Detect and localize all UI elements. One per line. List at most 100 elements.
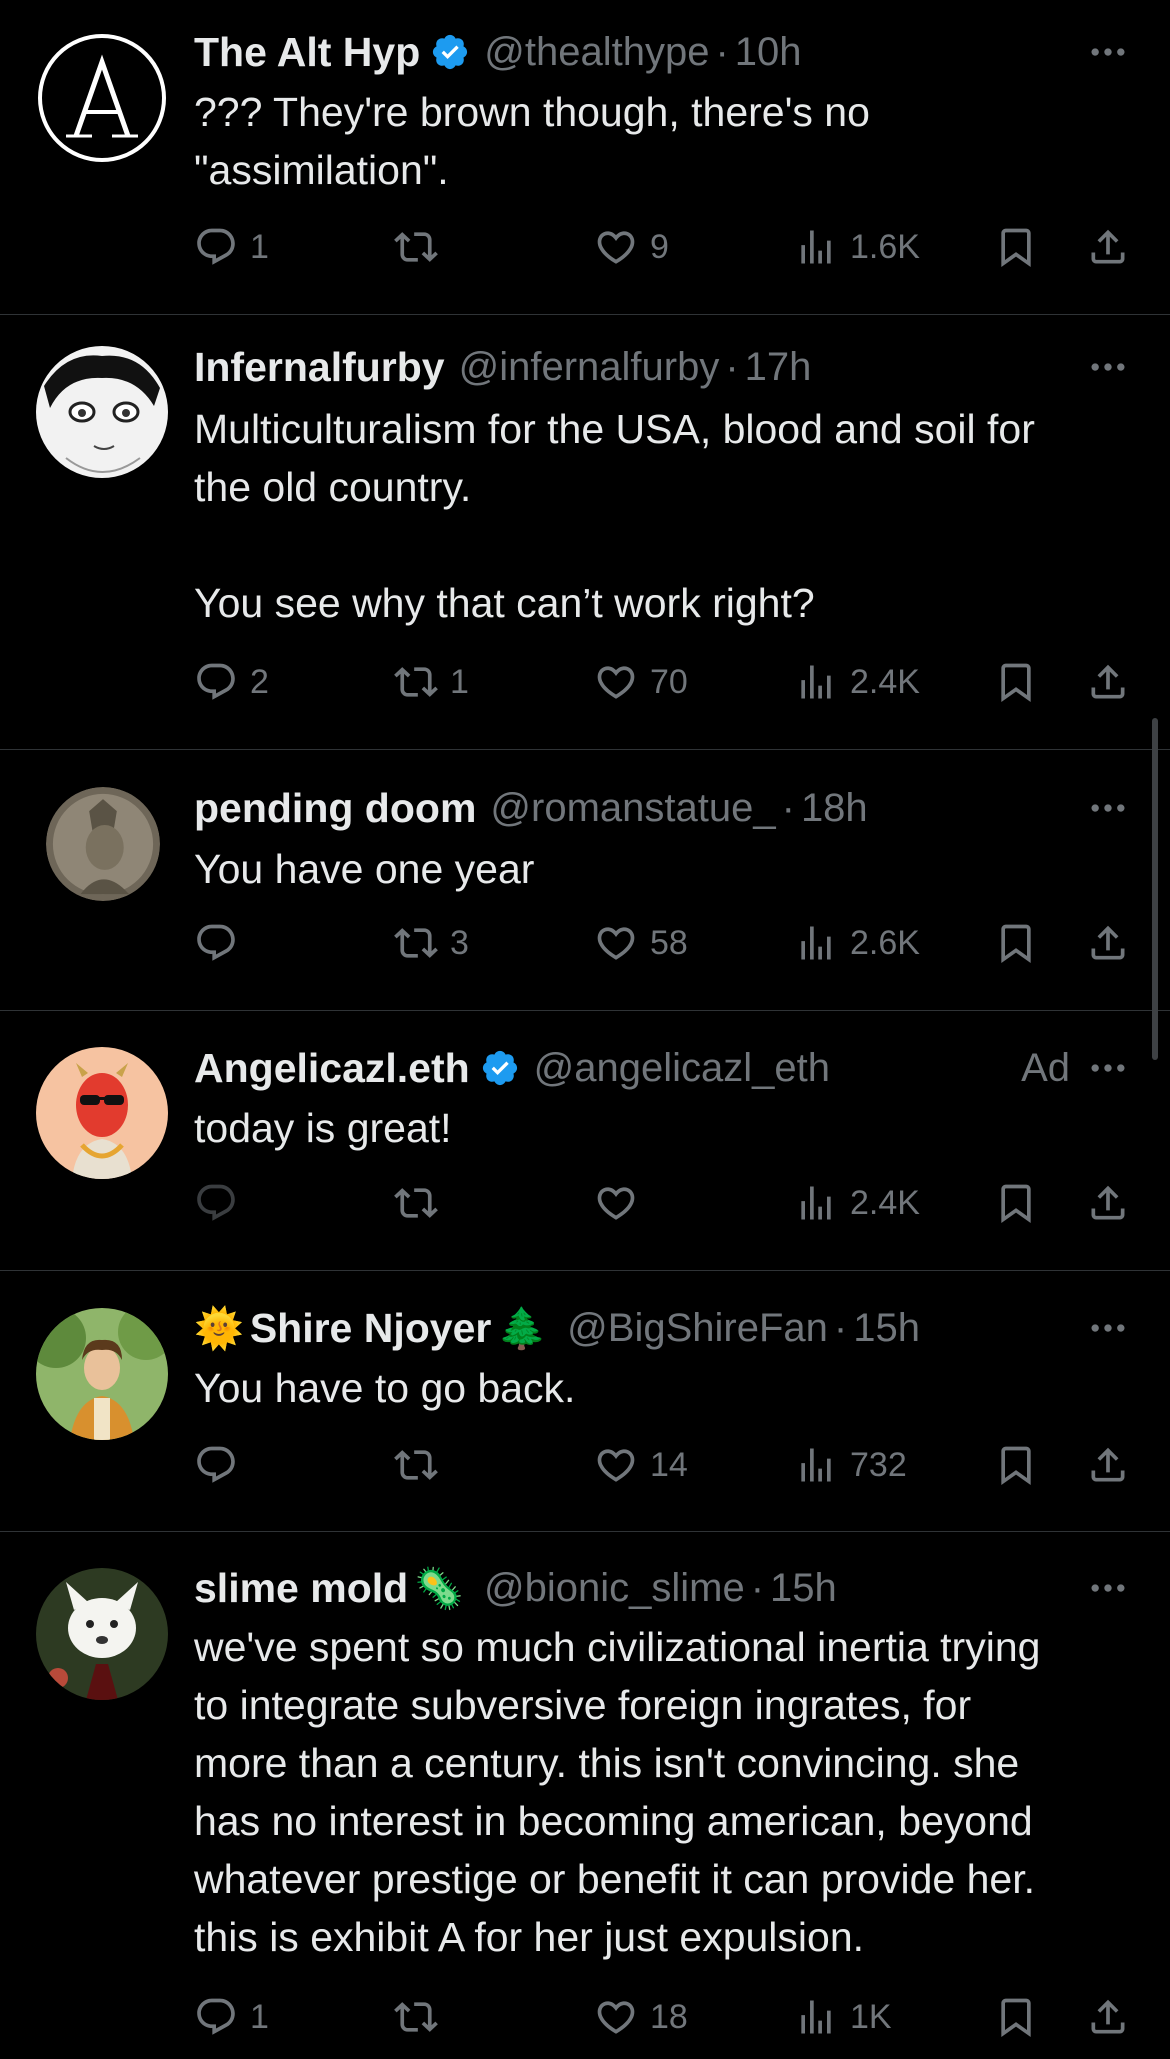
share-icon bbox=[1086, 1443, 1130, 1487]
view-count: 1.6K bbox=[850, 227, 920, 266]
views-button[interactable]: 1.6K bbox=[794, 222, 920, 272]
display-name[interactable]: The Alt Hyp bbox=[194, 29, 420, 76]
views-button[interactable]: 2.4K bbox=[794, 1178, 920, 1228]
more-icon[interactable] bbox=[1086, 1046, 1130, 1090]
handle[interactable]: @romanstatue_ bbox=[490, 786, 775, 831]
handle[interactable]: @BigShireFan bbox=[567, 1306, 828, 1351]
like-button[interactable]: 58 bbox=[594, 918, 688, 968]
verified-badge-icon[interactable] bbox=[480, 1048, 520, 1088]
repost-button[interactable] bbox=[394, 1992, 450, 2042]
bookmark-icon bbox=[994, 225, 1038, 269]
more-icon[interactable] bbox=[1086, 345, 1130, 389]
reply-button[interactable]: 1 bbox=[194, 1992, 269, 2042]
bookmark-icon bbox=[994, 1443, 1038, 1487]
views-button[interactable]: 732 bbox=[794, 1440, 907, 1490]
repost-icon bbox=[394, 1443, 438, 1487]
tweet[interactable]: slime mold 🦠 @bionic_slime · 15h we've s… bbox=[0, 1532, 1170, 2059]
tweet[interactable]: pending doom @romanstatue_ · 18h You hav… bbox=[0, 750, 1170, 1011]
more-icon[interactable] bbox=[1086, 1566, 1130, 1610]
views-button[interactable]: 1K bbox=[794, 1992, 892, 2042]
tweet-ad[interactable]: Angelicazl.eth @angelicazl_eth Ad today … bbox=[0, 1011, 1170, 1271]
more-icon[interactable] bbox=[1086, 1306, 1130, 1350]
tweet-text: You have one year bbox=[194, 846, 535, 892]
reply-icon bbox=[194, 1181, 238, 1225]
share-button[interactable] bbox=[1086, 1440, 1130, 1490]
display-name[interactable]: Infernalfurby bbox=[194, 344, 445, 391]
reply-count: 1 bbox=[250, 1997, 269, 2036]
tweet[interactable]: 🌞 Shire Njoyer 🌲 @BigShireFan · 15h You … bbox=[0, 1271, 1170, 1532]
like-icon bbox=[594, 921, 638, 965]
avatar[interactable] bbox=[46, 787, 160, 901]
handle[interactable]: @thealthype bbox=[484, 30, 709, 75]
repost-button[interactable] bbox=[394, 1440, 450, 1490]
views-icon bbox=[794, 1995, 838, 2039]
separator-dot: · bbox=[750, 1565, 765, 1610]
timestamp[interactable]: 15h bbox=[853, 1306, 920, 1351]
like-button[interactable]: 70 bbox=[594, 657, 688, 707]
avatar[interactable] bbox=[36, 32, 168, 164]
share-button[interactable] bbox=[1086, 918, 1130, 968]
repost-button[interactable] bbox=[394, 222, 450, 272]
separator-dot: · bbox=[715, 29, 729, 74]
bookmark-button[interactable] bbox=[994, 1178, 1038, 1228]
like-button[interactable]: 9 bbox=[594, 222, 669, 272]
share-icon bbox=[1086, 1995, 1130, 2039]
reply-button[interactable] bbox=[194, 1178, 250, 1228]
handle[interactable]: @angelicazl_eth bbox=[534, 1046, 830, 1091]
share-button[interactable] bbox=[1086, 222, 1130, 272]
tweet-text: today is great! bbox=[194, 1105, 452, 1151]
share-button[interactable] bbox=[1086, 1178, 1130, 1228]
bookmark-button[interactable] bbox=[994, 657, 1038, 707]
display-name[interactable]: Angelicazl.eth bbox=[194, 1045, 470, 1092]
reply-icon bbox=[194, 660, 238, 704]
handle[interactable]: @infernalfurby bbox=[459, 345, 720, 390]
repost-button[interactable]: 1 bbox=[394, 657, 469, 707]
timestamp[interactable]: 10h bbox=[735, 30, 802, 75]
reply-button[interactable]: 2 bbox=[194, 657, 269, 707]
tweet-text: we've spent so much civilizational inert… bbox=[194, 1624, 1041, 1960]
scrollbar[interactable] bbox=[1152, 718, 1158, 1060]
like-button[interactable]: 14 bbox=[594, 1440, 688, 1490]
display-name[interactable]: slime mold bbox=[194, 1565, 408, 1612]
bookmark-button[interactable] bbox=[994, 222, 1038, 272]
views-button[interactable]: 2.4K bbox=[794, 657, 920, 707]
avatar[interactable] bbox=[36, 346, 168, 478]
bookmark-button[interactable] bbox=[994, 1992, 1038, 2042]
views-icon bbox=[794, 225, 838, 269]
timestamp[interactable]: 15h bbox=[770, 1566, 837, 1611]
tweet-header: 🌞 Shire Njoyer 🌲 @BigShireFan · 15h bbox=[194, 1303, 1130, 1353]
more-icon[interactable] bbox=[1086, 30, 1130, 74]
repost-icon bbox=[394, 660, 438, 704]
tweet[interactable]: The Alt Hyp @thealthype · 10h ??? They'r… bbox=[0, 0, 1170, 315]
like-button[interactable]: 18 bbox=[594, 1992, 688, 2042]
tweet-text: ??? They're brown though, there's no "as… bbox=[194, 89, 870, 193]
timestamp[interactable]: 18h bbox=[801, 786, 868, 831]
like-button[interactable] bbox=[594, 1178, 650, 1228]
reply-button[interactable]: 1 bbox=[194, 222, 269, 272]
repost-button[interactable]: 3 bbox=[394, 918, 469, 968]
reply-button[interactable] bbox=[194, 918, 250, 968]
bookmark-button[interactable] bbox=[994, 1440, 1038, 1490]
views-icon bbox=[794, 660, 838, 704]
display-name[interactable]: pending doom bbox=[194, 785, 476, 832]
avatar[interactable] bbox=[36, 1047, 168, 1179]
avatar[interactable] bbox=[36, 1308, 168, 1440]
view-count: 732 bbox=[850, 1445, 907, 1484]
timestamp[interactable]: 17h bbox=[745, 345, 812, 390]
like-count: 9 bbox=[650, 227, 669, 266]
tree-emoji-icon: 🌲 bbox=[497, 1306, 548, 1351]
bookmark-button[interactable] bbox=[994, 918, 1038, 968]
avatar[interactable] bbox=[36, 1568, 168, 1700]
tweet[interactable]: Infernalfurby @infernalfurby · 17h Multi… bbox=[0, 315, 1170, 750]
share-button[interactable] bbox=[1086, 657, 1130, 707]
bookmark-icon bbox=[994, 1995, 1038, 2039]
share-button[interactable] bbox=[1086, 1992, 1130, 2042]
views-button[interactable]: 2.6K bbox=[794, 918, 920, 968]
display-name[interactable]: Shire Njoyer bbox=[250, 1305, 492, 1352]
reply-button[interactable] bbox=[194, 1440, 250, 1490]
repost-button[interactable] bbox=[394, 1178, 450, 1228]
action-bar: 1 9 1.6K bbox=[194, 222, 1134, 272]
verified-badge-icon[interactable] bbox=[430, 32, 470, 72]
handle[interactable]: @bionic_slime bbox=[484, 1566, 745, 1611]
more-icon[interactable] bbox=[1086, 786, 1130, 830]
